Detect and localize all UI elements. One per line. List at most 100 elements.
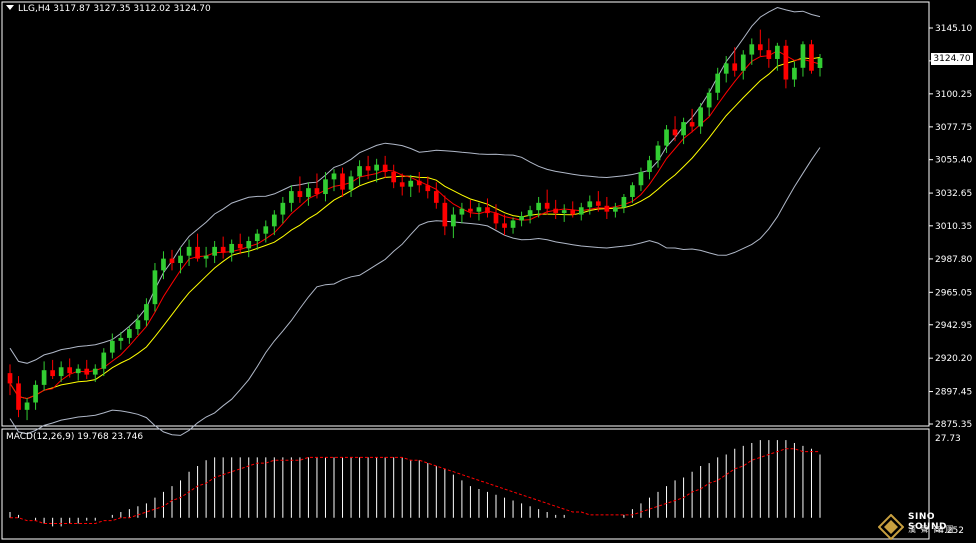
- candle-bull: [698, 107, 703, 127]
- candle-bear: [689, 122, 695, 127]
- candle-bull: [775, 45, 780, 59]
- candle-bear: [195, 246, 200, 259]
- dropdown-triangle-icon[interactable]: [6, 5, 14, 10]
- price-tick-label: 3055.40: [935, 156, 972, 166]
- candle-bull: [817, 57, 823, 68]
- candle-bull: [280, 202, 286, 215]
- chart-canvas: 3145.103122.703100.253077.753055.403032.…: [0, 0, 976, 543]
- candle-bull: [152, 270, 158, 305]
- price-tick-label: 2965.05: [935, 288, 972, 298]
- candle-bull: [263, 226, 269, 234]
- price-tick-label: 2942.95: [935, 321, 972, 331]
- candle-bull: [630, 185, 635, 197]
- candle-bear: [553, 208, 559, 214]
- macd-signal-value: 23.746: [111, 432, 144, 442]
- candle-bear: [169, 258, 175, 264]
- candle-bull: [374, 164, 379, 171]
- candle-bull: [706, 92, 712, 108]
- candle-bear: [766, 50, 772, 59]
- candle-bear: [493, 213, 499, 224]
- candle-bull: [75, 368, 81, 374]
- ohlc-open: 3117.87: [53, 4, 91, 14]
- candle-bull: [118, 337, 124, 341]
- macd-axis-max: 27.73: [935, 434, 961, 444]
- candle-bull: [647, 160, 652, 173]
- candle-bull: [229, 243, 235, 253]
- candle-bear: [757, 44, 763, 51]
- candle-bull: [510, 220, 516, 228]
- candle-bear: [16, 383, 21, 410]
- candle-bull: [203, 255, 209, 259]
- ohlc-low: 3112.02: [133, 4, 171, 14]
- current-price-tag: 3124.70: [931, 53, 973, 65]
- candle-bear: [391, 172, 397, 183]
- macd-label: MACD(12,26,9): [6, 432, 75, 442]
- ohlc-high: 3127.35: [93, 4, 131, 14]
- candle-bear: [433, 191, 439, 203]
- macd-header: MACD(12,26,9) 19.768 23.746: [6, 432, 143, 442]
- candle-bull: [613, 207, 618, 212]
- candle-bear: [570, 210, 576, 215]
- candle-bear: [604, 205, 610, 212]
- candle-bull: [621, 196, 627, 208]
- candle-bull: [306, 188, 311, 197]
- candle-bear: [399, 182, 405, 187]
- candle-bear: [314, 188, 320, 195]
- candle-bear: [340, 173, 345, 190]
- candle-bull: [246, 241, 252, 249]
- candle-bull: [58, 367, 64, 377]
- candle-bear: [595, 201, 601, 206]
- candle-bull: [638, 172, 644, 186]
- candle-bull: [664, 129, 669, 146]
- candle-bull: [348, 176, 354, 190]
- candle-bull: [723, 63, 729, 74]
- price-tick-label: 3032.65: [935, 189, 972, 199]
- candle-bear: [237, 243, 243, 249]
- candle-bear: [502, 223, 507, 228]
- candle-bull: [800, 44, 806, 68]
- candle-bull: [41, 370, 47, 385]
- candle-bull: [33, 384, 38, 403]
- candle-bull: [178, 255, 183, 264]
- candle-bull: [740, 54, 746, 71]
- candle-bear: [50, 370, 55, 377]
- candle-bull: [561, 210, 567, 214]
- price-tick-label: 2897.45: [935, 388, 972, 398]
- candle-bull: [289, 191, 294, 203]
- candle-bull: [749, 44, 755, 55]
- candle-bull: [135, 320, 141, 330]
- candle-bull: [144, 304, 149, 321]
- candle-bull: [109, 340, 115, 353]
- candle-bull: [408, 180, 414, 187]
- candle-bull: [715, 73, 721, 93]
- symbol-header: LLG,H4 3117.87 3127.35 3112.02 3124.70: [6, 4, 211, 14]
- candle-bear: [485, 207, 490, 214]
- candle-bull: [212, 246, 217, 256]
- candle-bear: [365, 166, 371, 171]
- candle-bear: [382, 164, 388, 173]
- candle-bull: [101, 352, 107, 369]
- candle-bull: [792, 67, 797, 80]
- price-tick-label: 2920.20: [935, 354, 972, 364]
- sino-sound-logo: SINO SOUND 漢 聲 商 圖: [876, 512, 976, 542]
- candle-bull: [323, 179, 328, 195]
- logo-icon: [878, 514, 904, 540]
- candle-bull: [186, 246, 192, 256]
- symbol-label: LLG,H4: [18, 4, 51, 14]
- candle-bull: [587, 201, 593, 208]
- candle-bull: [536, 202, 541, 211]
- candle-bull: [254, 233, 260, 242]
- candle-bull: [357, 166, 362, 177]
- ohlc-close: 3124.70: [173, 4, 211, 14]
- price-tick-label: 3010.35: [935, 222, 972, 232]
- candle-bear: [416, 180, 422, 186]
- candle-bear: [544, 202, 550, 209]
- price-tick-label: 2875.35: [935, 420, 972, 430]
- candle-bear: [672, 129, 678, 136]
- candle-bull: [459, 208, 465, 215]
- candle-bull: [271, 214, 277, 227]
- candle-bear: [732, 63, 738, 71]
- candle-bear: [7, 373, 13, 384]
- price-tick-label: 2987.80: [935, 255, 972, 265]
- candle-bull: [24, 402, 30, 410]
